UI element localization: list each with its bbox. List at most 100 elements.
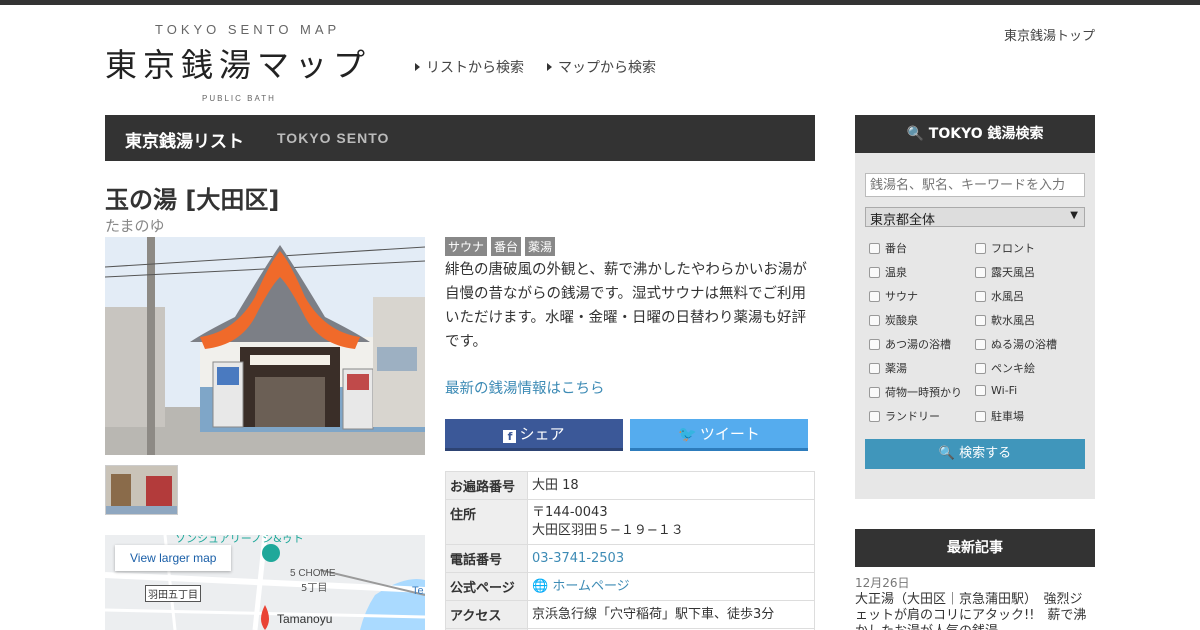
row-label: 電話番号 — [445, 544, 528, 573]
row-label: 住所 — [445, 499, 528, 545]
bathhouse-photo-illustration — [105, 237, 425, 455]
checkbox-label: 水風呂 — [991, 290, 1024, 303]
area-select[interactable]: 東京都全体 ▼ — [865, 207, 1085, 228]
address-line: 大田区羽田５−１９−１３ — [532, 523, 684, 538]
checkbox-box[interactable] — [869, 314, 880, 326]
top-bar — [0, 0, 1200, 5]
table-row: お遍路番号 大田 18 — [445, 471, 815, 500]
twitter-icon: 🐦 — [678, 425, 697, 443]
checkbox-label: サウナ — [885, 290, 918, 303]
checkbox-rotenburo[interactable]: 露天風呂 — [975, 264, 1035, 280]
sidebar-search-panel: 東京都全体 ▼ 番台 フロント 温泉 露天風呂 サウナ 水風呂 炭酸泉 軟水風呂… — [855, 153, 1095, 499]
checkbox-mizuburo[interactable]: 水風呂 — [975, 288, 1024, 304]
map-top-label: ソンシュアリーノシ&ゥト — [175, 535, 304, 545]
list-subtitle: TOKYO SENTO — [277, 130, 390, 146]
keyword-search-input[interactable] — [865, 173, 1085, 197]
checkbox-nuruyu[interactable]: ぬる湯の浴槽 — [975, 336, 1057, 352]
checkbox-box[interactable] — [869, 266, 880, 278]
feature-tags: サウナ 番台 薬湯 — [445, 237, 556, 256]
checkbox-sauna[interactable]: サウナ — [869, 288, 918, 304]
checkbox-luggage[interactable]: 荷物一時預かり — [869, 384, 962, 400]
photo-thumbnail[interactable] — [105, 465, 178, 515]
phone-link[interactable]: 03-3741-2503 — [527, 544, 815, 573]
checkbox-box[interactable] — [975, 266, 986, 278]
article-date: 12月26日 — [855, 576, 910, 590]
globe-icon: 🌐 — [532, 578, 553, 594]
checkbox-box[interactable] — [869, 338, 880, 350]
tag-bandai[interactable]: 番台 — [491, 237, 522, 256]
table-row: 住所 〒144-0043 大田区羽田５−１９−１３ — [445, 499, 815, 545]
sidebar-search-header: 🔍 TOKYO 銭湯検索 — [855, 115, 1095, 153]
row-label: アクセス — [445, 600, 528, 629]
twitter-tweet-button[interactable]: 🐦 ツイート — [630, 419, 808, 451]
checkbox-box[interactable] — [869, 386, 880, 398]
checkbox-label: 温泉 — [885, 266, 907, 279]
sento-description: 緋色の唐破風の外観と、薪で沸かしたやわらかいお湯が自慢の昔ながらの銭湯です。湿式… — [445, 262, 807, 350]
list-title[interactable]: 東京銭湯リスト — [125, 127, 244, 152]
checkbox-onsen[interactable]: 温泉 — [869, 264, 907, 280]
checkbox-box[interactable] — [975, 314, 986, 326]
latest-info-link[interactable]: 最新の銭湯情報はこちら — [445, 377, 605, 398]
tag-sauna[interactable]: サウナ — [445, 237, 488, 256]
checkbox-box[interactable] — [975, 385, 986, 396]
table-row: 電話番号 03-3741-2503 — [445, 544, 815, 573]
site-logo[interactable]: 東京銭湯マップ — [105, 40, 371, 86]
row-value: 大田 18 — [527, 471, 815, 500]
checkbox-label: ぬる湯の浴槽 — [991, 338, 1057, 351]
arrow-right-icon — [415, 63, 420, 71]
search-icon: 🔍 — [938, 446, 956, 461]
checkbox-box[interactable] — [975, 290, 986, 302]
search-submit-button[interactable]: 🔍 検索する — [865, 439, 1085, 469]
checkbox-box[interactable] — [869, 290, 880, 302]
nav-list-search[interactable]: リストから検索 — [415, 57, 524, 77]
tag-yakuto[interactable]: 薬湯 — [525, 237, 556, 256]
checkbox-bandai[interactable]: 番台 — [869, 240, 907, 256]
logo-subtitle: PUBLIC BATH — [202, 94, 276, 103]
sidebar-search-title: TOKYO 銭湯検索 — [928, 126, 1044, 142]
checkbox-nansui[interactable]: 軟水風呂 — [975, 312, 1035, 328]
checkbox-label: 番台 — [885, 242, 907, 255]
sento-photo[interactable] — [105, 237, 425, 455]
table-row: アクセス 京浜急行線「穴守稲荷」駅下車、徒歩3分 — [445, 600, 815, 629]
checkbox-label: フロント — [991, 242, 1035, 255]
logo-english: TOKYO SENTO MAP — [155, 22, 341, 37]
latest-articles-header: 最新記事 — [855, 529, 1095, 567]
article-link[interactable]: 大正湯（大田区｜京急蒲田駅） 強烈ジェットが肩のコリにアタック!! 薪で沸かした… — [855, 592, 1095, 630]
checkbox-box[interactable] — [975, 410, 986, 422]
facebook-icon: f — [503, 430, 517, 443]
checkbox-box[interactable] — [869, 242, 880, 254]
map-marker-label[interactable]: Tamanoyu — [277, 612, 332, 626]
checkbox-penkie[interactable]: ペンキ絵 — [975, 360, 1035, 376]
checkbox-box[interactable] — [975, 338, 986, 350]
checkbox-yakuto[interactable]: 薬湯 — [869, 360, 907, 376]
checkbox-label: 炭酸泉 — [885, 314, 918, 327]
search-icon: 🔍 — [906, 126, 924, 142]
arrow-right-icon — [547, 63, 552, 71]
checkbox-box[interactable] — [869, 410, 880, 422]
tweet-label: ツイート — [699, 425, 760, 443]
checkbox-laundry[interactable]: ランドリー — [869, 408, 940, 424]
checkbox-parking[interactable]: 駐車場 — [975, 408, 1024, 424]
checkbox-box[interactable] — [975, 242, 986, 254]
homepage-link[interactable]: 🌐 ホームページ — [527, 572, 815, 601]
checkbox-tansansen[interactable]: 炭酸泉 — [869, 312, 918, 328]
map-embed[interactable]: View larger map ソンシュアリーノシ&ゥト 5 CHOME 5丁目… — [105, 535, 425, 630]
map-chome-jp-label: 5丁目 — [301, 583, 328, 594]
map-chome-label: 5 CHOME — [290, 568, 336, 579]
row-label: お遍路番号 — [445, 471, 528, 500]
nav-map-search-label: マップから検索 — [558, 60, 656, 76]
checkbox-label: 薬湯 — [885, 362, 907, 375]
checkbox-wifi[interactable]: Wi-Fi — [975, 384, 1017, 397]
table-row: 公式ページ 🌐 ホームページ — [445, 572, 815, 601]
checkbox-label: 駐車場 — [991, 410, 1024, 423]
page-title: 玉の湯 [大田区] — [105, 186, 280, 214]
nav-map-search[interactable]: マップから検索 — [547, 57, 656, 77]
facebook-share-button[interactable]: f シェア — [445, 419, 623, 451]
view-larger-map-button[interactable]: View larger map — [115, 545, 232, 571]
sento-top-link[interactable]: 東京銭湯トップ — [1004, 25, 1095, 44]
checkbox-box[interactable] — [975, 362, 986, 374]
list-header-bar: 東京銭湯リスト TOKYO SENTO — [105, 115, 815, 161]
checkbox-atsuyu[interactable]: あつ湯の浴槽 — [869, 336, 951, 352]
checkbox-front[interactable]: フロント — [975, 240, 1035, 256]
checkbox-box[interactable] — [869, 362, 880, 374]
